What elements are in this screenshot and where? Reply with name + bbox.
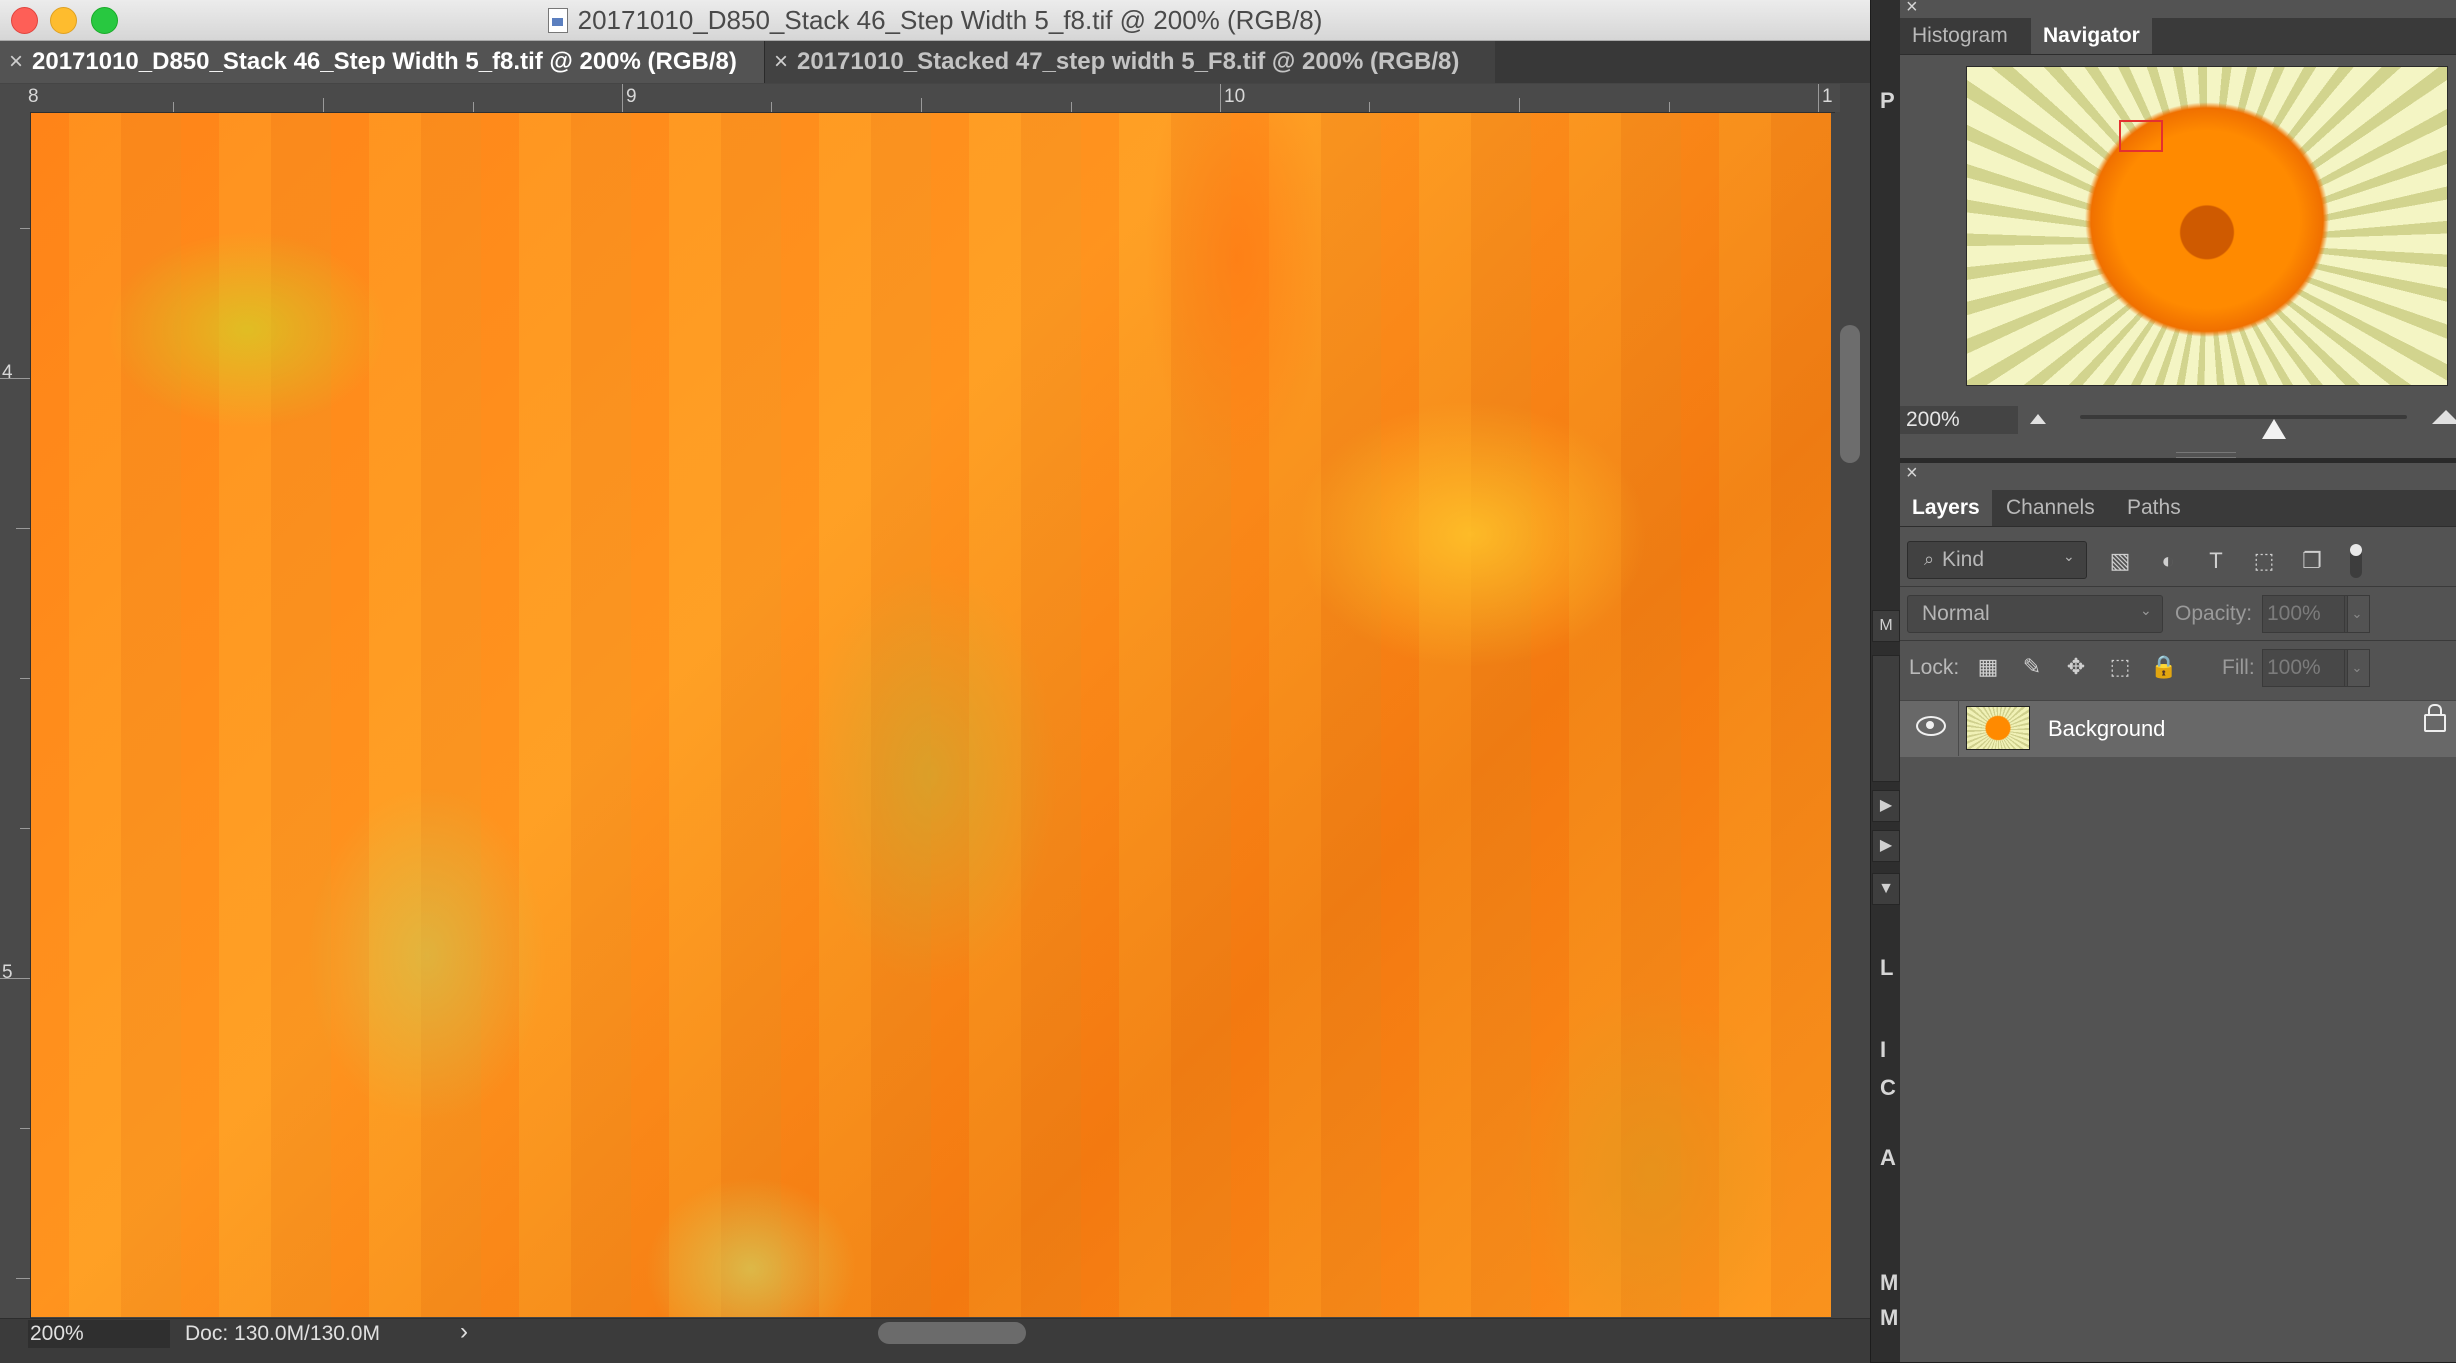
tab-navigator[interactable]: Navigator <box>2031 18 2152 54</box>
title-bar[interactable]: 20171010_D850_Stack 46_Step Width 5_f8.t… <box>0 0 1870 41</box>
fill-label: Fill: <box>2222 656 2255 679</box>
image-canvas[interactable] <box>31 113 1831 1317</box>
navigator-zoom-field[interactable]: 200% <box>1900 406 2018 434</box>
close-tab-icon[interactable]: × <box>0 48 32 76</box>
zoom-slider-thumb[interactable] <box>2262 419 2286 439</box>
ruler-origin[interactable] <box>0 84 30 112</box>
lock-icon <box>2424 704 2446 732</box>
tab-label: 20171010_Stacked 47_step width 5_F8.tif … <box>797 48 1460 75</box>
navigator-preview-image[interactable] <box>1966 66 2448 386</box>
fill-value: 100% <box>2267 656 2321 679</box>
zoom-level-field[interactable]: 200% <box>28 1320 170 1348</box>
tab-label: 20171010_D850_Stack 46_Step Width 5_f8.t… <box>32 48 737 75</box>
lock-transparent-pixels-icon[interactable]: ▦ <box>1974 654 2002 682</box>
filter-toggle-knob <box>2350 544 2362 556</box>
play-icon[interactable]: ▶ <box>1872 830 1900 862</box>
search-icon: ⌕ <box>1924 549 1935 569</box>
close-panel-icon[interactable]: × <box>1906 0 1918 19</box>
chevron-down-icon: ⌄ <box>2140 602 2152 618</box>
collapse-down-icon[interactable]: ▼ <box>1872 873 1900 905</box>
visibility-eye-icon[interactable] <box>1916 716 1946 736</box>
horizontal-scroll-thumb[interactable] <box>878 1322 1026 1344</box>
ruler-label: 9 <box>626 86 637 107</box>
zoom-out-icon[interactable] <box>2030 414 2046 424</box>
lock-all-icon[interactable]: 🔒 <box>2150 654 2178 682</box>
lock-position-icon[interactable]: ✥ <box>2062 654 2090 682</box>
collapsed-panel-letter[interactable]: A <box>1880 1145 1896 1171</box>
panel-separator <box>1900 458 2456 463</box>
collapsed-panel-letter[interactable]: M <box>1880 1305 1898 1331</box>
tab-channels[interactable]: Channels <box>1994 490 2107 526</box>
ruler-label: 1 <box>1822 86 1833 107</box>
opacity-dropdown-button[interactable]: ⌄ <box>2344 595 2370 633</box>
document-tab-active[interactable]: × 20171010_D850_Stack 46_Step Width 5_f8… <box>0 41 764 83</box>
collapsed-panel-letter[interactable]: I <box>1880 1037 1886 1063</box>
opacity-value: 100% <box>2267 602 2321 625</box>
status-menu-arrow-icon[interactable]: › <box>460 1318 468 1346</box>
document-size-info: Doc: 130.0M/130.0M <box>185 1322 380 1345</box>
collapsed-panel-scroll[interactable] <box>1872 655 1900 782</box>
tif-file-icon <box>547 7 568 33</box>
kind-label: Kind <box>1942 548 1985 571</box>
collapsed-panel-letter[interactable]: C <box>1880 1075 1896 1101</box>
blend-mode-value: Normal <box>1922 602 1990 625</box>
ruler-label: 10 <box>1224 86 1246 107</box>
tab-layers[interactable]: Layers <box>1900 490 1992 526</box>
layer-thumbnail[interactable] <box>1966 706 2030 750</box>
close-panel-icon[interactable]: × <box>1906 462 1918 485</box>
chevron-down-icon: ⌄ <box>2063 548 2075 564</box>
collapsed-panel-button[interactable]: M <box>1872 610 1900 642</box>
opacity-label: Opacity: <box>2175 602 2253 625</box>
type-filter-icon[interactable]: T <box>2202 548 2230 574</box>
navigator-panel-tabs: Histogram Navigator <box>1900 18 2456 55</box>
vertical-ruler[interactable]: 4 5 <box>0 112 31 1318</box>
window-title: 20171010_D850_Stack 46_Step Width 5_f8.t… <box>577 4 1323 35</box>
lock-label: Lock: <box>1909 656 1960 679</box>
document-tab-bar: × 20171010_D850_Stack 46_Step Width 5_f8… <box>0 41 1870 83</box>
vertical-scroll-thumb[interactable] <box>1840 325 1860 463</box>
lock-image-pixels-icon[interactable]: ✎ <box>2018 654 2046 682</box>
collapsed-panel-letter[interactable]: P <box>1880 88 1895 114</box>
vertical-scrollbar[interactable] <box>1835 112 1870 1318</box>
collapsed-panel-letter[interactable]: L <box>1880 955 1893 981</box>
play-icon[interactable]: ▶ <box>1872 790 1900 822</box>
image-filter-icon[interactable]: ▧ <box>2106 548 2134 574</box>
layer-name[interactable]: Background <box>2048 716 2165 742</box>
fill-dropdown-button[interactable]: ⌄ <box>2344 649 2370 687</box>
divider <box>1900 640 2456 641</box>
ruler-label: 4 <box>2 362 13 383</box>
tab-paths[interactable]: Paths <box>2115 490 2193 526</box>
navigator-view-box[interactable] <box>2119 120 2163 152</box>
divider <box>1900 586 2456 587</box>
horizontal-ruler[interactable]: 8 9 10 1 <box>28 84 1840 113</box>
adjustment-filter-icon[interactable]: ◐ <box>2154 548 2182 574</box>
prevent-auto-nesting-icon[interactable]: ⬚ <box>2106 654 2134 682</box>
close-tab-icon[interactable]: × <box>765 48 797 76</box>
smart-object-filter-icon[interactable]: ❐ <box>2298 548 2326 574</box>
collapsed-panel-letter[interactable]: M <box>1880 1270 1898 1296</box>
zoom-in-icon[interactable] <box>2432 410 2456 424</box>
layers-list-empty-area[interactable] <box>1900 757 2456 1362</box>
tab-histogram[interactable]: Histogram <box>1900 18 2020 54</box>
document-window: 20171010_D850_Stack 46_Step Width 5_f8.t… <box>0 0 1870 1363</box>
ruler-label: 5 <box>2 962 13 983</box>
document-tab-inactive[interactable]: × 20171010_Stacked 47_step width 5_F8.ti… <box>764 41 1495 83</box>
layers-panel-tabs: Layers Channels Paths <box>1900 490 2456 527</box>
ruler-label: 8 <box>28 86 39 107</box>
shape-filter-icon[interactable]: ⬚ <box>2250 548 2278 574</box>
navigator-zoom-slider[interactable] <box>2080 415 2407 419</box>
divider <box>1958 700 1959 756</box>
